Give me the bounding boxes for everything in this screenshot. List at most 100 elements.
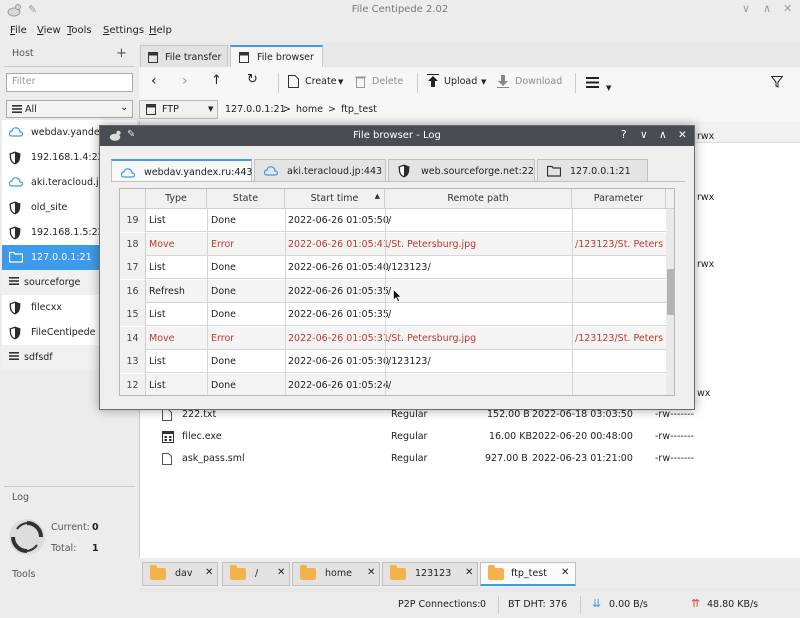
partial-permission: rwx (697, 131, 715, 142)
column-header-parameter[interactable]: Parameter (572, 189, 666, 209)
protocol-select[interactable]: FTP ▼ (139, 100, 218, 119)
location-tab[interactable]: / ✕ (222, 562, 290, 586)
create-icon (288, 75, 299, 88)
log-start-time: 2022-06-26 01:05:24 (288, 379, 389, 391)
minimize-icon[interactable]: ∨ (742, 2, 750, 15)
menu-settings[interactable]: Settings (103, 25, 144, 36)
column-header-start-time[interactable]: Start time ▲ (285, 189, 385, 209)
host-filter-input[interactable]: Filter (6, 73, 133, 92)
chevron-down-icon: ▼ (606, 84, 612, 92)
log-tab-active[interactable]: webdav.yandex.ru:443 (111, 159, 252, 182)
breadcrumb-host[interactable]: 127.0.0.1:21 (225, 104, 286, 115)
log-parameter: /123123/St. Peters (575, 332, 664, 344)
file-row[interactable]: ask_pass.sml Regular 927.00 B 2022-06-23… (140, 448, 800, 470)
divider (580, 596, 581, 614)
log-row[interactable]: 15 List Done 2022-06-26 01:05:35/ (120, 303, 666, 326)
menu-view[interactable]: View (37, 25, 61, 36)
log-row[interactable]: 12 List Done 2022-06-26 01:05:24/ (120, 373, 666, 395)
back-icon[interactable]: ‹ (151, 73, 157, 89)
dialog-title: File browser - Log (353, 130, 441, 141)
location-tab[interactable]: dav ✕ (142, 562, 218, 586)
menu-help[interactable]: Help (149, 25, 172, 36)
help-icon[interactable]: ? (621, 129, 627, 141)
filter-icon[interactable] (771, 76, 783, 88)
menu-file[interactable]: File (10, 25, 27, 36)
tab-file-transfer[interactable]: File transfer (140, 45, 228, 67)
text-file-icon (162, 409, 172, 421)
breadcrumb-separator: > (283, 104, 291, 115)
refresh-icon[interactable]: ↻ (247, 72, 258, 87)
breadcrumb-ftp-test[interactable]: ftp_test (341, 104, 377, 115)
log-start-time: 2022-06-26 01:05:31 (288, 332, 389, 344)
file-row[interactable]: filec.exe Regular 16.00 KB 2022-06-20 00… (140, 426, 800, 448)
folder-icon (300, 565, 316, 580)
header-filler (666, 189, 674, 209)
title-bar: ✎ File Centipede 2.02 ∨ ∧ ✕ (0, 0, 800, 20)
log-remote-path: /St. Petersburg.jpg (388, 332, 477, 344)
log-state: Done (211, 356, 236, 367)
upload-button[interactable]: Upload (444, 76, 477, 87)
column-header-type[interactable]: Type (146, 189, 207, 209)
log-tab[interactable]: aki.teracloud.jp:443 (254, 159, 386, 182)
chevron-down-icon: ▼ (481, 78, 487, 86)
log-row-number: 13 (120, 350, 146, 373)
location-tab-active[interactable]: ftp_test ✕ (480, 562, 576, 586)
download-button[interactable]: Download (515, 76, 562, 87)
log-remote-path: / (388, 379, 392, 391)
breadcrumb-home[interactable]: home (296, 104, 323, 115)
log-state: Error (211, 238, 235, 250)
log-row-number: 15 (120, 303, 146, 326)
location-tab[interactable]: home ✕ (292, 562, 380, 586)
tab-file-browser[interactable]: File browser (230, 45, 323, 67)
toolbar: ‹ › ↑ ↻ Create ▼ Delete Upload ▼ Downloa… (139, 67, 800, 99)
log-scrollbar-thumb[interactable] (667, 269, 674, 315)
log-row-number: 14 (120, 326, 146, 350)
menu-icon[interactable] (586, 77, 599, 88)
log-tab[interactable]: web.sourceforge.net:22 (388, 159, 535, 182)
add-host-button[interactable]: + (116, 46, 127, 61)
log-type: List (149, 215, 166, 226)
column-header-remote-path[interactable]: Remote path (385, 189, 572, 209)
menu-tools[interactable]: Tools (67, 25, 92, 36)
divider (572, 209, 573, 395)
maximize-icon[interactable]: ∧ (763, 2, 771, 15)
close-icon[interactable]: ✕ (465, 567, 473, 578)
list-icon (9, 276, 23, 290)
host-group-value: All (25, 104, 37, 115)
log-tab[interactable]: 127.0.0.1:21 (537, 159, 648, 182)
up-arrow-icon[interactable]: ↑ (211, 73, 222, 88)
create-button[interactable]: Create (305, 76, 337, 87)
location-tab[interactable]: 123123 ✕ (382, 562, 478, 586)
log-row[interactable]: 14 Move Error 2022-06-26 01:05:31/St. Peter… (120, 326, 666, 350)
status-bar: P2P Connections: 0 BT DHT: 376 ⇊ 0.00 B/… (0, 592, 800, 618)
minimize-icon[interactable]: ∨ (640, 129, 648, 141)
close-icon[interactable]: ✕ (561, 567, 569, 578)
log-row[interactable]: 18 Move Error 2022-06-26 01:05:41/St. Peter… (120, 232, 666, 256)
close-icon[interactable]: ✕ (783, 2, 792, 15)
folder-icon (9, 251, 23, 265)
log-row[interactable]: 17 List Done 2022-06-26 01:05:40/123123/ (120, 256, 666, 279)
maximize-icon[interactable]: ∧ (659, 129, 667, 141)
column-header-state[interactable]: State (207, 189, 285, 209)
close-icon[interactable]: ✕ (367, 567, 375, 578)
log-type: List (149, 309, 166, 320)
file-icon (148, 52, 158, 63)
forward-icon[interactable]: › (182, 73, 188, 89)
log-row-number: 19 (120, 209, 146, 232)
log-row-number: 17 (120, 256, 146, 279)
folder-icon (488, 565, 504, 580)
close-icon[interactable]: ✕ (277, 567, 285, 578)
log-start-time: 2022-06-26 01:05:41 (288, 238, 389, 250)
partial-permission: rwx (697, 259, 715, 270)
log-row[interactable]: 19 List Done 2022-06-26 01:05:50/ (120, 209, 666, 232)
divider (278, 73, 279, 93)
log-row[interactable]: 13 List Done 2022-06-26 01:05:30/123123/ (120, 350, 666, 373)
current-label: Current: (51, 522, 90, 533)
close-icon[interactable]: ✕ (205, 567, 213, 578)
host-group-select[interactable]: All ⌄ (6, 100, 133, 118)
close-icon[interactable]: ✕ (678, 129, 687, 141)
delete-button[interactable]: Delete (372, 76, 403, 87)
p2p-label: P2P Connections: (398, 599, 481, 610)
log-row-number: 18 (120, 232, 146, 256)
log-start-time: 2022-06-26 01:05:50 (288, 215, 389, 226)
